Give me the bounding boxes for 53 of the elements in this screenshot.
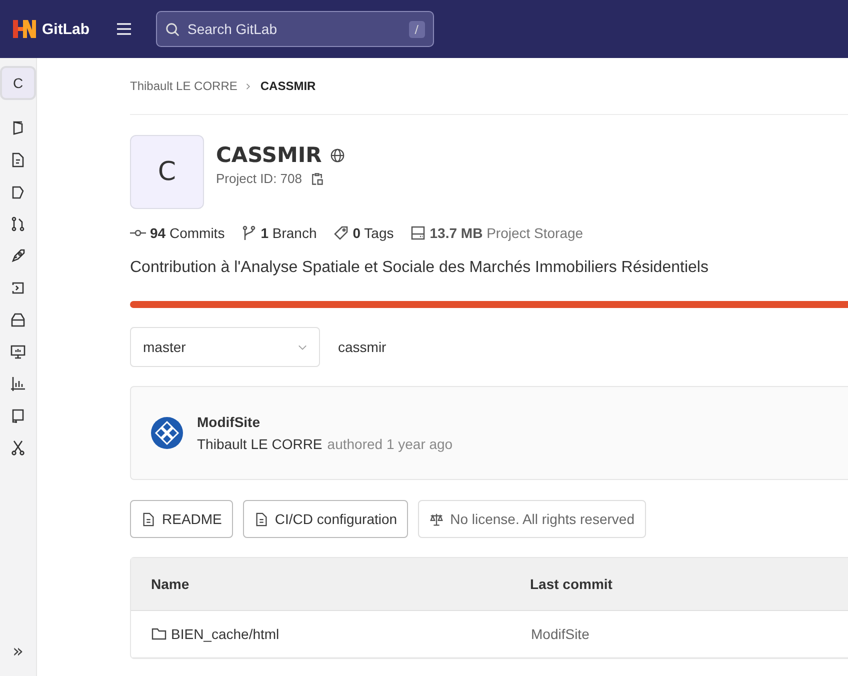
project-avatar[interactable]: C [0, 66, 36, 100]
project-id: Project ID: 708 [216, 171, 302, 186]
project-avatar: C [130, 135, 204, 209]
folder-icon [151, 626, 167, 642]
commit-link[interactable]: ModifSite [531, 626, 590, 642]
search-box[interactable]: Search GitLab / [156, 11, 434, 47]
author-link[interactable]: Thibault LE CORRE [197, 436, 322, 452]
tag-icon [332, 225, 349, 241]
file-link[interactable]: BIEN_cache/html [131, 626, 531, 642]
box-icon[interactable] [10, 312, 26, 328]
search-input[interactable]: Search GitLab [186, 20, 403, 38]
branch-icon [240, 225, 257, 241]
file-icon[interactable] [10, 152, 26, 168]
brand-name[interactable]: GitLab [42, 20, 90, 38]
column-header: Name [150, 576, 190, 592]
chart-icon[interactable] [10, 376, 26, 392]
storage-icon [410, 225, 426, 241]
rocket-icon[interactable] [10, 248, 26, 264]
clipboard-icon[interactable] [310, 172, 324, 186]
avatar-icon [151, 417, 183, 449]
chevron-icon [245, 82, 252, 90]
monitor-icon[interactable] [10, 344, 26, 360]
stat-link[interactable]: 0 Tags [352, 225, 394, 241]
license-button[interactable]: No license. All rights reserved [418, 500, 646, 538]
breadcrumb-link[interactable]: Thibault LE CORRE [130, 79, 238, 93]
issue-icon[interactable] [10, 184, 26, 200]
search-icon [164, 22, 180, 36]
project-description: Contribution à l'Analyse Spatiale et Sociale des Marchés Immobiliers Résidentiels [130, 259, 710, 277]
stat-link[interactable]: 13.7 MB Project Storage [430, 225, 584, 241]
column-header: Last commit [530, 576, 614, 592]
commit-title[interactable]: ModifSite [197, 414, 453, 430]
file-icon [254, 512, 269, 526]
expand-sidebar-button[interactable]: » [12, 641, 24, 662]
breadcrumb-link[interactable]: CASSMIR [260, 79, 316, 93]
branch-dropdown[interactable]: master [130, 327, 320, 367]
book-icon[interactable] [10, 408, 26, 424]
file-icon [141, 512, 156, 526]
project-title: CASSMIR [216, 143, 322, 167]
terminal-icon[interactable] [10, 280, 26, 296]
stat-link[interactable]: 1 Branch [260, 225, 317, 241]
stat-link[interactable]: 94 Commits [150, 225, 225, 241]
logo-icon[interactable] [12, 17, 36, 41]
repository-path[interactable]: cassmir [338, 339, 386, 355]
readme-button[interactable]: README [130, 500, 233, 538]
merge-request-icon[interactable] [10, 216, 26, 232]
menu-icon[interactable] [116, 21, 132, 37]
scale-icon [429, 512, 444, 526]
ci-cd-button[interactable]: CI/CD configuration [242, 500, 408, 538]
globe-icon [330, 148, 345, 162]
shortcut-key: / [408, 20, 424, 38]
scissors-icon[interactable] [10, 440, 26, 456]
chevron-down-icon [298, 342, 307, 352]
commit-time: authored 1 year ago [327, 436, 453, 452]
